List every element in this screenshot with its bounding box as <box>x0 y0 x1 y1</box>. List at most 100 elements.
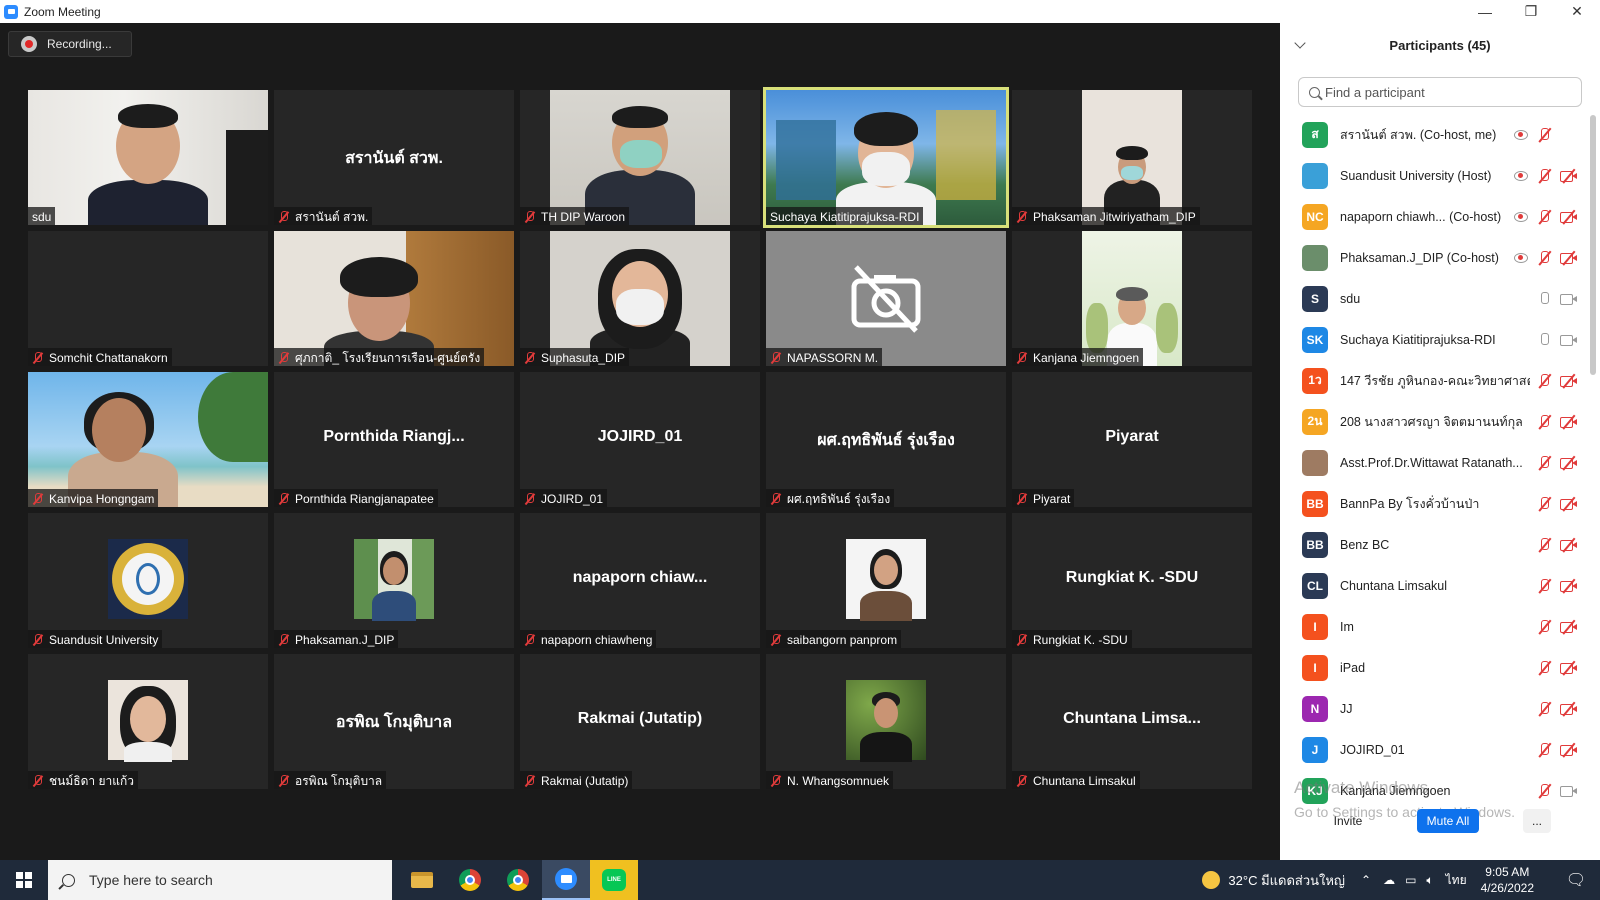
camera-off-icon[interactable] <box>1560 455 1578 470</box>
chrome-profile-icon[interactable] <box>494 860 542 900</box>
video-tile-suphasuta[interactable]: Suphasuta_DIP <box>520 231 760 366</box>
mic-muted-icon[interactable] <box>1536 537 1552 553</box>
video-tile-somchit[interactable]: Somchit Chattanakorn <box>28 231 268 366</box>
video-tile-suchaya[interactable]: Suchaya Kiatitiprajuksa-RDI <box>763 87 1009 228</box>
participant-row[interactable]: IiPad <box>1280 647 1590 688</box>
file-explorer-icon[interactable] <box>398 860 446 900</box>
video-tile-saranan[interactable]: สรานันต์ สวพ. สรานันต์ สวพ. <box>274 90 514 225</box>
video-tile-rakmai[interactable]: Rakmai (Jutatip) Rakmai (Jutatip) <box>520 654 760 789</box>
close-button[interactable]: ✕ <box>1554 0 1600 23</box>
camera-off-icon[interactable] <box>1560 414 1578 429</box>
video-tile-phaksaman-j[interactable]: Phaksaman.J_DIP <box>274 513 514 648</box>
mic-muted-icon[interactable] <box>1536 496 1552 512</box>
cloud-icon[interactable]: ☁ <box>1383 873 1395 887</box>
camera-off-icon[interactable] <box>1560 701 1578 716</box>
video-tile-chonthida[interactable]: ชนม์ธิดา ยาแก้ว <box>28 654 268 789</box>
maximize-button[interactable]: ❐ <box>1508 0 1554 23</box>
participant-row[interactable]: Phaksaman.J_DIP (Co-host) <box>1280 237 1590 278</box>
participant-row[interactable]: Ssdu <box>1280 278 1590 319</box>
video-tile-chuntana[interactable]: Chuntana Limsa... Chuntana Limsakul <box>1012 654 1252 789</box>
video-tile-napaporn[interactable]: napaporn chiaw... napaporn chiawheng <box>520 513 760 648</box>
mic-muted-icon[interactable] <box>1536 455 1552 471</box>
collapse-chevron-icon[interactable] <box>1294 37 1306 49</box>
participant-row[interactable]: BB BannPa By โรงคั่วบ้านป่า <box>1280 483 1590 524</box>
video-tile-kanvipa[interactable]: Kanvipa Hongngam <box>28 372 268 507</box>
participant-search-input[interactable]: Find a participant <box>1298 77 1582 107</box>
mic-icon[interactable] <box>1536 332 1552 348</box>
video-tile-orapin[interactable]: อรพิณ โกมุติบาล อรพิณ โกมุติบาล <box>274 654 514 789</box>
camera-icon[interactable] <box>1560 784 1578 798</box>
video-tile-n-whangsomnuek[interactable]: N. Whangsomnuek <box>766 654 1006 789</box>
camera-off-icon[interactable] <box>1560 209 1578 224</box>
line-app-icon[interactable]: LINE <box>590 860 638 900</box>
video-tile-rungkiat[interactable]: Rungkiat K. -SDU Rungkiat K. -SDU <box>1012 513 1252 648</box>
video-tile-pornthida[interactable]: Pornthida Riangj... Pornthida Riangjanap… <box>274 372 514 507</box>
minimize-button[interactable]: — <box>1462 0 1508 23</box>
camera-off-icon[interactable] <box>1560 373 1578 388</box>
participant-row[interactable]: SK Suchaya Kiatitiprajuksa-RDI <box>1280 319 1590 360</box>
input-language[interactable]: ไทย <box>1446 871 1467 890</box>
camera-off-icon[interactable] <box>1560 168 1578 183</box>
mic-muted-icon[interactable] <box>1536 660 1552 676</box>
participant-row[interactable]: CL Chuntana Limsakul <box>1280 565 1590 606</box>
mic-muted-icon[interactable] <box>1536 578 1552 594</box>
clock[interactable]: 9:05 AM 4/26/2022 <box>1481 864 1534 896</box>
camera-icon[interactable] <box>1560 292 1578 306</box>
video-tile-rittipan[interactable]: ผศ.ฤทธิพันธ์ รุ่งเรือง ผศ.ฤทธิพันธ์ รุ่ง… <box>766 372 1006 507</box>
mic-muted-icon[interactable] <box>1536 373 1552 389</box>
video-tile-kanjana[interactable]: Kanjana Jiemngoen <box>1012 231 1252 366</box>
mic-muted-icon[interactable] <box>1536 742 1552 758</box>
video-tile-napassorn[interactable]: NAPASSORN M. <box>766 231 1006 366</box>
camera-off-icon[interactable] <box>1560 578 1578 593</box>
chevron-up-icon[interactable]: ⌃ <box>1361 873 1371 887</box>
network-icon[interactable]: ▭ <box>1405 873 1416 887</box>
camera-off-icon[interactable] <box>1560 537 1578 552</box>
invite-button[interactable]: Invite <box>1318 809 1378 833</box>
chrome-icon[interactable] <box>446 860 494 900</box>
camera-off-icon[interactable] <box>1560 742 1578 757</box>
video-tile-piyarat[interactable]: Piyarat Piyarat <box>1012 372 1252 507</box>
video-tile-suandusit[interactable]: Suandusit University <box>28 513 268 648</box>
camera-icon[interactable] <box>1560 333 1578 347</box>
weather-text[interactable]: 32°C มีแดดส่วนใหญ่ <box>1228 870 1345 891</box>
participant-row[interactable]: 1ว 147 วีรชัย ภูหินกอง-คณะวิทยาศาสตร์ <box>1280 360 1590 401</box>
mic-muted-icon[interactable] <box>1536 701 1552 717</box>
camera-off-icon[interactable] <box>1560 250 1578 265</box>
mic-muted-icon[interactable] <box>1536 168 1552 184</box>
participant-row[interactable]: I Im <box>1280 606 1590 647</box>
participant-row[interactable]: Suandusit University (Host) <box>1280 155 1590 196</box>
mic-muted-icon[interactable] <box>1536 209 1552 225</box>
mic-muted-icon[interactable] <box>1536 783 1552 799</box>
participant-row[interactable]: ส สรานันต์ สวพ. (Co-host, me) <box>1280 114 1590 155</box>
mic-muted-icon[interactable] <box>1536 250 1552 266</box>
video-tile-jojird[interactable]: JOJIRD_01 JOJIRD_01 <box>520 372 760 507</box>
taskbar-search-box[interactable]: Type here to search <box>48 860 392 900</box>
volume-icon[interactable]: 🔈︎ <box>1426 873 1433 888</box>
camera-off-icon[interactable] <box>1560 660 1578 675</box>
video-tile-phaksaman[interactable]: Phaksaman Jitwiriyatham_DIP <box>1012 90 1252 225</box>
mic-muted-icon[interactable] <box>1536 127 1552 143</box>
more-options-button[interactable]: ... <box>1523 809 1551 833</box>
participant-row[interactable]: BB Benz BC <box>1280 524 1590 565</box>
camera-off-icon[interactable] <box>1560 619 1578 634</box>
video-tile-supakati[interactable]: ศุภกาติ_ โรงเรียนการเรือน-ศูนย์ตรัง <box>274 231 514 366</box>
mic-muted-icon <box>1016 634 1028 646</box>
video-tile-th-dip-waroon[interactable]: TH DIP Waroon <box>520 90 760 225</box>
participant-row[interactable]: 2น 208 นางสาวศรญา จิตตมานนท์กุล <box>1280 401 1590 442</box>
participant-list-scrollbar[interactable] <box>1590 115 1596 375</box>
notifications-icon[interactable]: 🗨︎ <box>1552 870 1600 890</box>
camera-off-icon[interactable] <box>1560 496 1578 511</box>
video-tile-sdu[interactable]: sdu <box>28 90 268 225</box>
participant-row[interactable]: Asst.Prof.Dr.Wittawat Ratanath... <box>1280 442 1590 483</box>
video-tile-saibangorn[interactable]: saibangorn panprom <box>766 513 1006 648</box>
mute-all-button[interactable]: Mute All <box>1417 809 1479 833</box>
recording-indicator[interactable]: Recording... <box>8 31 132 57</box>
mic-muted-icon[interactable] <box>1536 619 1552 635</box>
mic-muted-icon[interactable] <box>1536 414 1552 430</box>
participant-row[interactable]: NC napaporn chiawh... (Co-host) <box>1280 196 1590 237</box>
start-button[interactable] <box>0 860 48 900</box>
participant-row[interactable]: J JOJIRD_01 <box>1280 729 1590 770</box>
mic-icon[interactable] <box>1536 291 1552 307</box>
participant-row[interactable]: N JJ <box>1280 688 1590 729</box>
zoom-taskbar-icon[interactable] <box>542 860 590 900</box>
